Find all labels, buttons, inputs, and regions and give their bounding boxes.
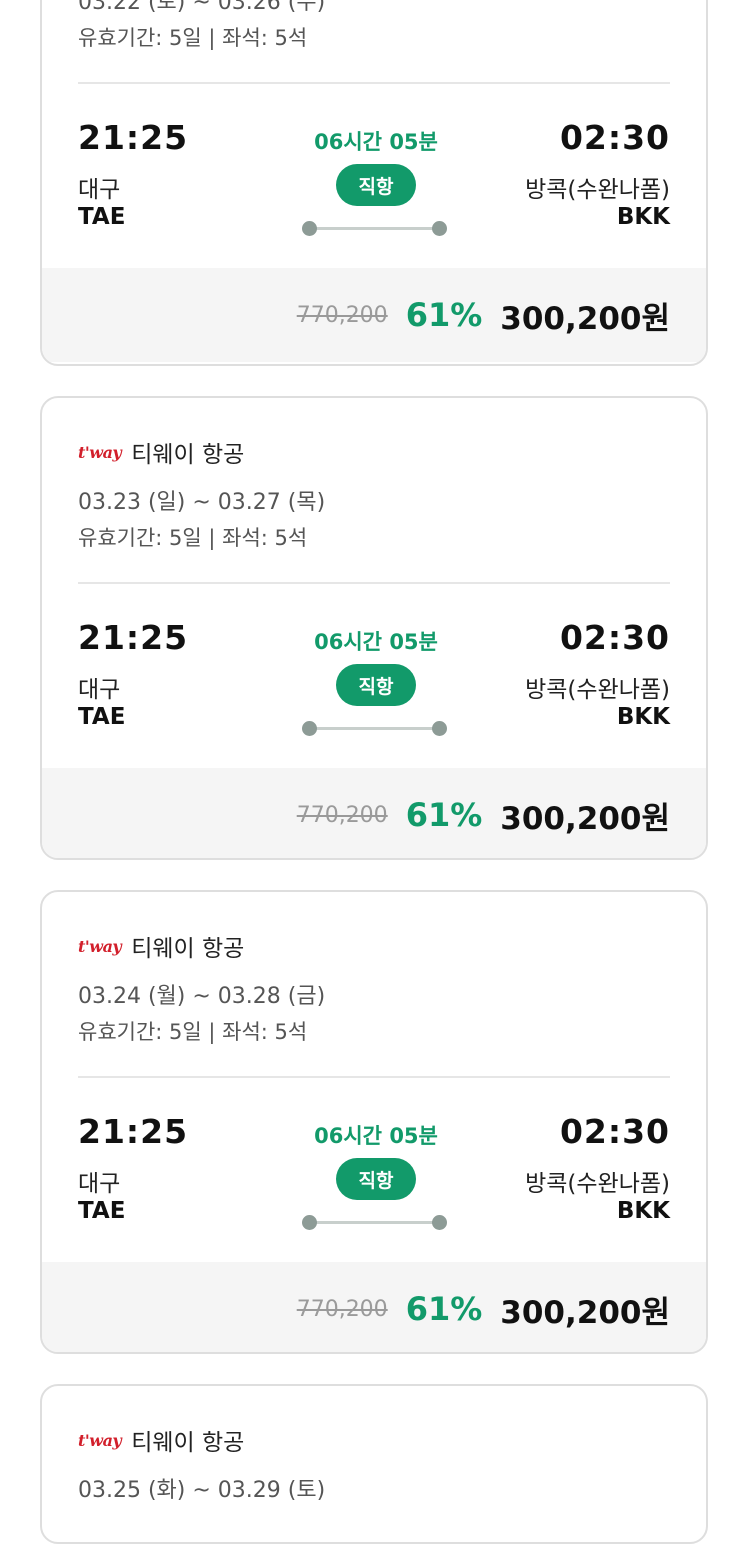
- flight-duration: 06시간 05분: [314, 1124, 438, 1148]
- flight-duration: 06시간 05분: [314, 130, 438, 154]
- departure-city: 대구: [78, 177, 121, 203]
- arrival-time: 02:30: [559, 618, 670, 657]
- arrival-city: 방콕(수완나폼): [525, 677, 670, 703]
- departure-city: 대구: [78, 1171, 121, 1197]
- airline-name: 티웨이 항공: [131, 936, 245, 962]
- route-end-dot: [432, 221, 447, 236]
- airline-row: t'way 티웨이 항공: [78, 1426, 245, 1456]
- arrival-code: BKK: [616, 704, 670, 730]
- flight-card[interactable]: t'way 티웨이 항공 03.24 (월) ~ 03.28 (금) 유효기간:…: [40, 890, 708, 1354]
- validity-seats: 유효기간: 5일 | 좌석: 5석: [78, 26, 308, 50]
- route-start-dot: [302, 221, 317, 236]
- sale-price: 300,200원: [500, 800, 670, 837]
- airline-row: t'way 티웨이 항공: [78, 932, 245, 962]
- route-line: [310, 727, 442, 730]
- flight-card[interactable]: t'way 티웨이 항공 03.23 (일) ~ 03.27 (목) 유효기간:…: [40, 396, 708, 860]
- route-start-dot: [302, 1215, 317, 1230]
- travel-dates: 03.23 (일) ~ 03.27 (목): [78, 490, 326, 515]
- route-start-dot: [302, 721, 317, 736]
- price-bar: 770,200 61% 300,200원: [42, 268, 706, 362]
- airline-name: 티웨이 항공: [131, 1430, 245, 1456]
- travel-dates: 03.24 (월) ~ 03.28 (금): [78, 984, 326, 1009]
- departure-code: TAE: [78, 204, 126, 230]
- travel-dates: 03.22 (토) ~ 03.26 (수): [78, 0, 326, 15]
- sale-price: 300,200원: [500, 1294, 670, 1331]
- arrival-city: 방콕(수완나폼): [525, 1171, 670, 1197]
- original-price: 770,200: [296, 802, 388, 828]
- arrival-code: BKK: [616, 204, 670, 230]
- departure-code: TAE: [78, 704, 126, 730]
- route-line: [310, 227, 442, 230]
- travel-dates: 03.25 (화) ~ 03.29 (토): [78, 1478, 326, 1503]
- route-end-dot: [432, 721, 447, 736]
- validity-seats: 유효기간: 5일 | 좌석: 5석: [78, 1020, 308, 1044]
- flight-card[interactable]: t'way 티웨이 항공 03.25 (화) ~ 03.29 (토): [40, 1384, 708, 1544]
- discount-rate: 61%: [405, 1290, 483, 1328]
- arrival-city: 방콕(수완나폼): [525, 177, 670, 203]
- sale-price: 300,200원: [500, 300, 670, 337]
- departure-time: 21:25: [78, 618, 189, 657]
- flight-card[interactable]: 03.22 (토) ~ 03.26 (수) 유효기간: 5일 | 좌석: 5석 …: [40, 0, 708, 366]
- tway-logo-icon: t'way: [78, 936, 122, 956]
- arrival-time: 02:30: [559, 1112, 670, 1151]
- divider: [78, 582, 670, 584]
- departure-city: 대구: [78, 677, 121, 703]
- departure-code: TAE: [78, 1198, 126, 1224]
- price-bar: 770,200 61% 300,200원: [42, 1262, 706, 1352]
- tway-logo-icon: t'way: [78, 442, 122, 462]
- discount-rate: 61%: [405, 296, 483, 334]
- direct-flight-badge: 직항: [336, 1158, 416, 1200]
- direct-flight-badge: 직항: [336, 164, 416, 206]
- flight-duration: 06시간 05분: [314, 630, 438, 654]
- direct-flight-badge: 직항: [336, 664, 416, 706]
- route-line: [310, 1221, 442, 1224]
- arrival-code: BKK: [616, 1198, 670, 1224]
- departure-time: 21:25: [78, 1112, 189, 1151]
- route-end-dot: [432, 1215, 447, 1230]
- validity-seats: 유효기간: 5일 | 좌석: 5석: [78, 526, 308, 550]
- divider: [78, 1076, 670, 1078]
- tway-logo-icon: t'way: [78, 1430, 122, 1450]
- discount-rate: 61%: [405, 796, 483, 834]
- original-price: 770,200: [296, 302, 388, 328]
- original-price: 770,200: [296, 1296, 388, 1322]
- divider: [78, 82, 670, 84]
- airline-name: 티웨이 항공: [131, 442, 245, 468]
- arrival-time: 02:30: [559, 118, 670, 157]
- airline-row: t'way 티웨이 항공: [78, 438, 245, 468]
- price-bar: 770,200 61% 300,200원: [42, 768, 706, 858]
- departure-time: 21:25: [78, 118, 189, 157]
